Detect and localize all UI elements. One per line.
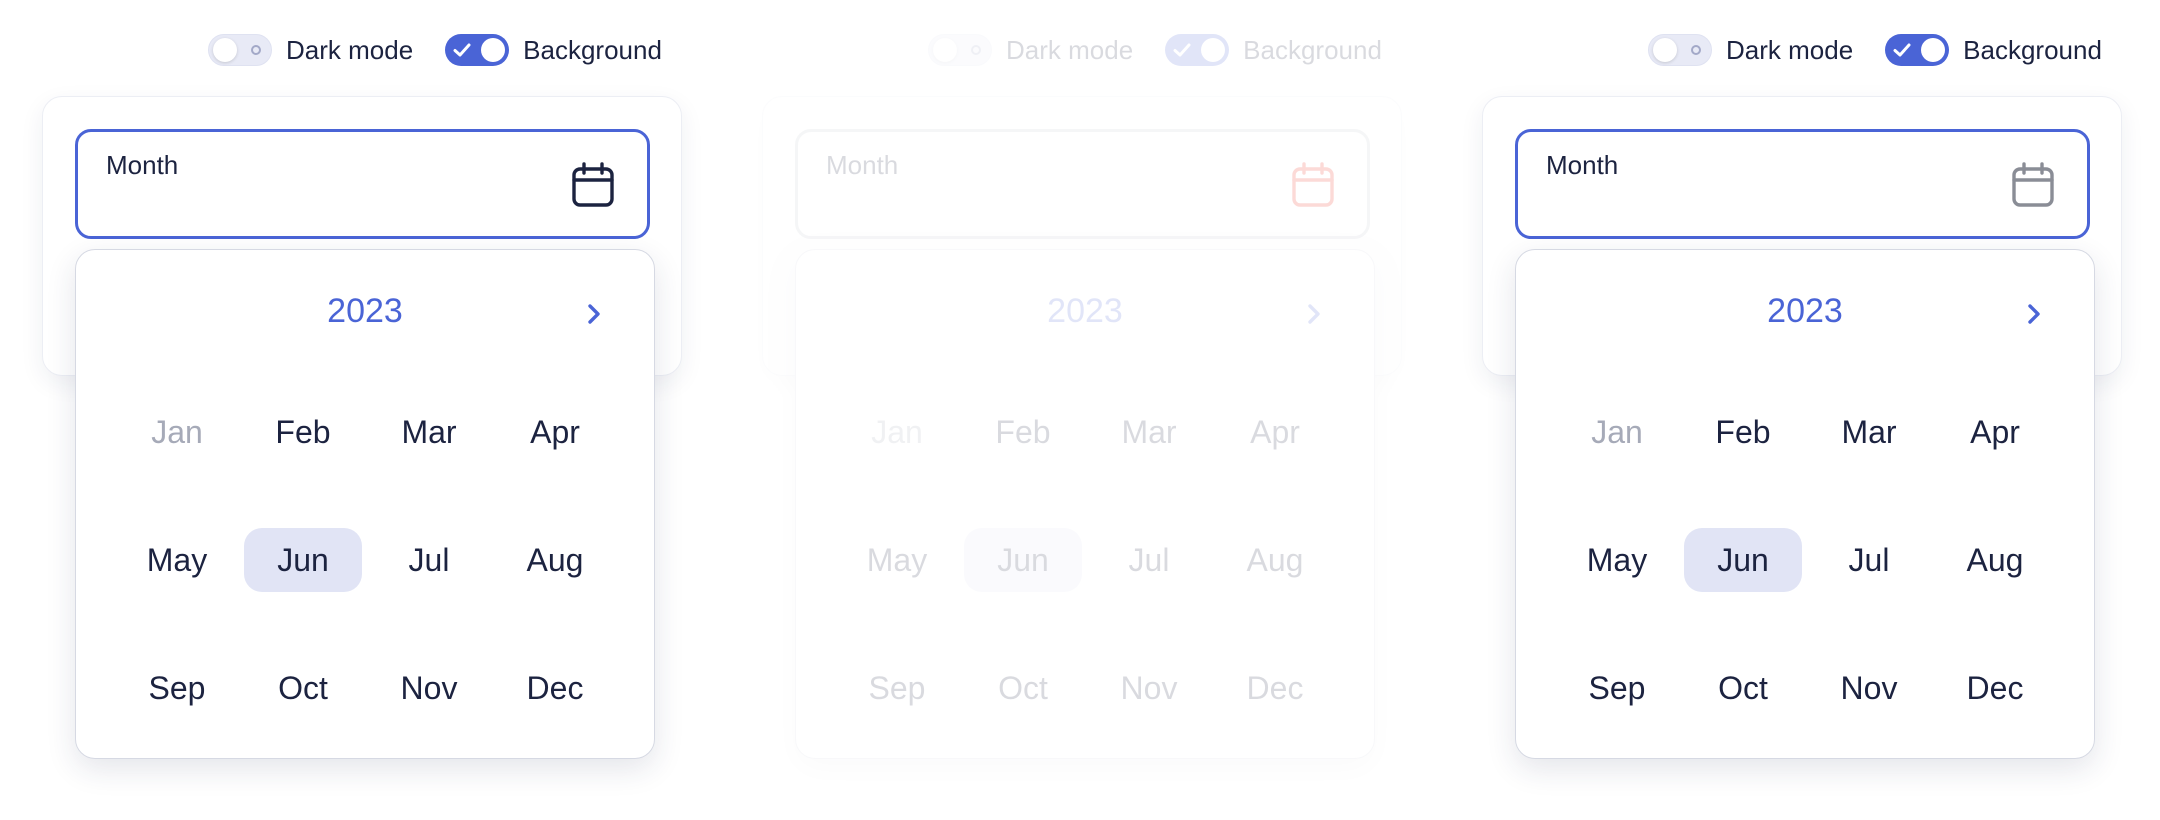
month-option-jun[interactable]: Jun (1684, 528, 1802, 592)
month-option-jan: Jan (1591, 413, 1643, 450)
toggle-bar: Dark mode Background (1648, 32, 2134, 68)
calendar-icon[interactable] (1291, 162, 1335, 208)
month-field[interactable]: Month (795, 129, 1370, 239)
month-option-oct[interactable]: Oct (244, 656, 362, 720)
month-option-apr[interactable]: Apr (496, 400, 614, 464)
switch-off-indicator (251, 45, 261, 55)
toggle-bar: Dark mode Background (928, 32, 1414, 68)
dark-mode-label: Dark mode (1726, 34, 1854, 65)
month-grid: Jan Feb Mar Apr May Jun Jul Aug Sep Oct Nov Dec (114, 400, 618, 784)
background-switch[interactable] (1885, 34, 1950, 66)
month-field[interactable]: Month (75, 129, 650, 239)
background-toggle-group: Background (1165, 34, 1382, 66)
dark-mode-switch[interactable] (928, 34, 992, 66)
dark-mode-toggle-group: Dark mode (928, 34, 1133, 66)
month-field-label: Month (1546, 150, 1619, 180)
month-option-nov[interactable]: Nov (1810, 656, 1928, 720)
calendar-icon[interactable] (2011, 162, 2055, 208)
month-grid: Jan Feb Mar Apr May Jun Jul Aug Sep Oct Nov Dec (1554, 400, 2058, 784)
month-option-apr[interactable]: Apr (1936, 400, 2054, 464)
dark-mode-toggle-group: Dark mode (1648, 34, 1853, 66)
month-grid: Jan Feb Mar Apr May Jun Jul Aug Sep Oct Nov Dec (834, 400, 1338, 784)
month-option-dec[interactable]: Dec (1936, 656, 2054, 720)
month-option-jun[interactable]: Jun (964, 528, 1082, 592)
dark-mode-toggle-group: Dark mode (208, 34, 413, 66)
month-option-sep[interactable]: Sep (1558, 656, 1676, 720)
month-option-mar[interactable]: Mar (370, 400, 488, 464)
month-option-mar[interactable]: Mar (1810, 400, 1928, 464)
month-option-jun[interactable]: Jun (244, 528, 362, 592)
month-option-may[interactable]: May (118, 528, 236, 592)
background-toggle-group: Background (1885, 34, 2102, 66)
month-option-dec[interactable]: Dec (1216, 656, 1334, 720)
month-picker-panel-1: Dark mode Background Month 2023 Jan Feb … (0, 0, 720, 820)
background-switch[interactable] (445, 34, 510, 66)
year-label[interactable]: 2023 (796, 292, 1374, 331)
calendar-icon[interactable] (571, 162, 615, 208)
month-picker-panel-3: Dark mode Background Month 2023 Jan Feb … (1440, 0, 2160, 820)
check-icon (1893, 43, 1911, 57)
switch-knob (1921, 38, 1946, 62)
month-option-may[interactable]: May (838, 528, 956, 592)
check-icon (1173, 43, 1191, 57)
month-option-dec[interactable]: Dec (496, 656, 614, 720)
month-dropdown: 2023 Jan Feb Mar Apr May Jun Jul Aug Sep Oct Nov De… (795, 249, 1375, 759)
year-label[interactable]: 2023 (1516, 292, 2094, 331)
month-option-aug[interactable]: Aug (1936, 528, 2054, 592)
switch-knob (1201, 38, 1226, 62)
month-option-feb[interactable]: Feb (244, 400, 362, 464)
chevron-right-icon[interactable] (1302, 300, 1326, 328)
month-option-nov[interactable]: Nov (370, 656, 488, 720)
month-option-jul[interactable]: Jul (1810, 528, 1928, 592)
month-option-jan: Jan (151, 413, 203, 450)
switch-knob (933, 38, 957, 62)
month-option-sep[interactable]: Sep (838, 656, 956, 720)
month-option-sep[interactable]: Sep (118, 656, 236, 720)
background-label: Background (1963, 34, 2102, 65)
month-field-label: Month (106, 150, 179, 180)
month-picker-panel-2: Dark mode Background Month 2023 Jan Feb … (720, 0, 1440, 820)
month-option-nov[interactable]: Nov (1090, 656, 1208, 720)
dark-mode-label: Dark mode (286, 34, 414, 65)
dark-mode-switch[interactable] (208, 34, 272, 66)
chevron-right-icon[interactable] (582, 300, 606, 328)
month-dropdown: 2023 Jan Feb Mar Apr May Jun Jul Aug Sep Oct Nov De… (1515, 249, 2095, 759)
month-option-oct[interactable]: Oct (964, 656, 1082, 720)
month-option-may[interactable]: May (1558, 528, 1676, 592)
month-option-jul[interactable]: Jul (370, 528, 488, 592)
month-dropdown: 2023 Jan Feb Mar Apr May Jun Jul Aug Sep Oct Nov De… (75, 249, 655, 759)
month-option-feb[interactable]: Feb (1684, 400, 1802, 464)
background-label: Background (1243, 34, 1382, 65)
toggle-bar: Dark mode Background (208, 32, 694, 68)
chevron-right-icon[interactable] (2022, 300, 2046, 328)
month-option-oct[interactable]: Oct (1684, 656, 1802, 720)
check-icon (453, 43, 471, 57)
month-option-apr[interactable]: Apr (1216, 400, 1334, 464)
dark-mode-label: Dark mode (1006, 34, 1134, 65)
month-field-label: Month (826, 150, 899, 180)
background-toggle-group: Background (445, 34, 662, 66)
year-label[interactable]: 2023 (76, 292, 654, 331)
dark-mode-switch[interactable] (1648, 34, 1712, 66)
month-option-mar[interactable]: Mar (1090, 400, 1208, 464)
month-option-feb[interactable]: Feb (964, 400, 1082, 464)
switch-knob (1653, 38, 1677, 62)
month-field[interactable]: Month (1515, 129, 2090, 239)
background-switch[interactable] (1165, 34, 1230, 66)
month-option-jul[interactable]: Jul (1090, 528, 1208, 592)
switch-knob (481, 38, 506, 62)
month-option-aug[interactable]: Aug (1216, 528, 1334, 592)
switch-off-indicator (971, 45, 981, 55)
month-option-aug[interactable]: Aug (496, 528, 614, 592)
month-option-jan: Jan (871, 413, 923, 450)
switch-knob (213, 38, 237, 62)
switch-off-indicator (1691, 45, 1701, 55)
background-label: Background (523, 34, 662, 65)
